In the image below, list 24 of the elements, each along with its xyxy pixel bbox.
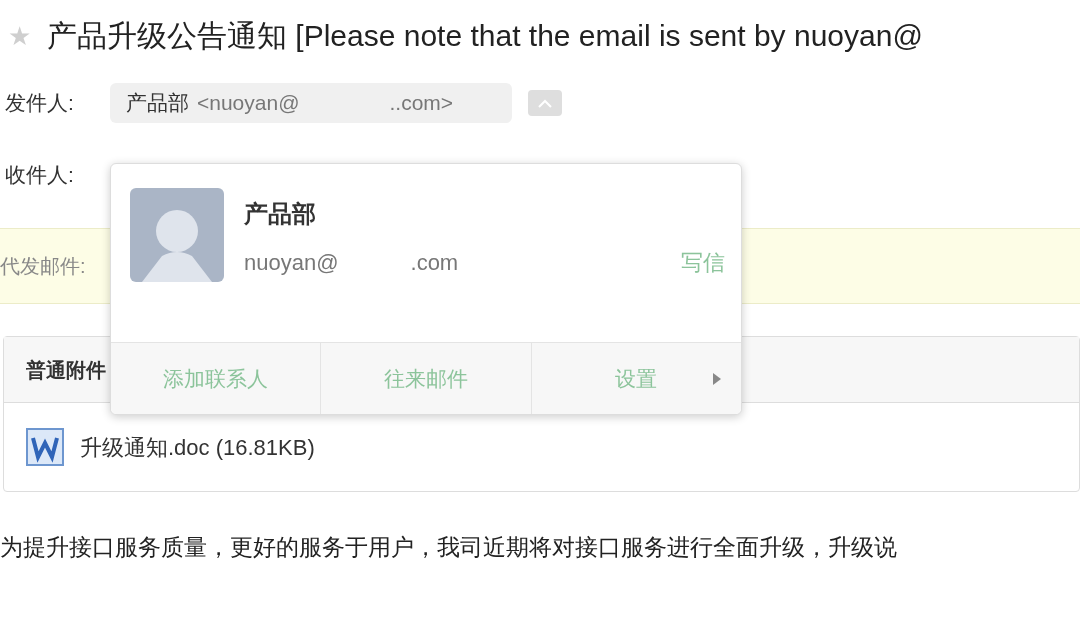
attachment-file-link[interactable]: 升级通知.doc (16.81KB) — [80, 430, 315, 464]
collapse-button[interactable] — [528, 90, 562, 116]
contact-name: 产品部 — [244, 199, 317, 229]
sender-label: 发件人: — [4, 90, 75, 117]
chevron-up-icon — [538, 98, 552, 108]
sender-address: <nuoyan@ — [197, 90, 300, 117]
avatar-icon — [130, 188, 224, 282]
contact-email: nuoyan@ — [244, 249, 339, 277]
sender-address: ..com> — [389, 90, 454, 117]
caret-right-icon — [713, 372, 721, 385]
attachment-title: 普通附件 — [26, 357, 106, 383]
write-mail-link[interactable]: 写信 — [681, 246, 725, 279]
proxy-label: 代发邮件: — [0, 254, 86, 279]
sender-chip[interactable]: 产品部 <nuoyan@ ..com> — [110, 83, 512, 123]
contact-email: .com — [410, 249, 459, 277]
email-body-text: 为提升接口服务质量，更好的服务于用户，我司近期将对接口服务进行全面升级，升级说 — [0, 533, 898, 562]
sender-name: 产品部 — [126, 90, 189, 117]
word-document-icon — [26, 428, 64, 466]
popup-action-button[interactable]: 往来邮件 — [320, 343, 531, 414]
star-icon[interactable]: ★ — [8, 23, 31, 49]
email-subject: 产品升级公告通知 [Please note that the email is sent by nuoyan@ — [47, 21, 923, 51]
recipient-label: 收件人: — [4, 162, 74, 189]
popup-action-button[interactable]: 添加联系人 — [111, 343, 321, 414]
popup-action-button[interactable]: 设置 — [530, 343, 741, 414]
